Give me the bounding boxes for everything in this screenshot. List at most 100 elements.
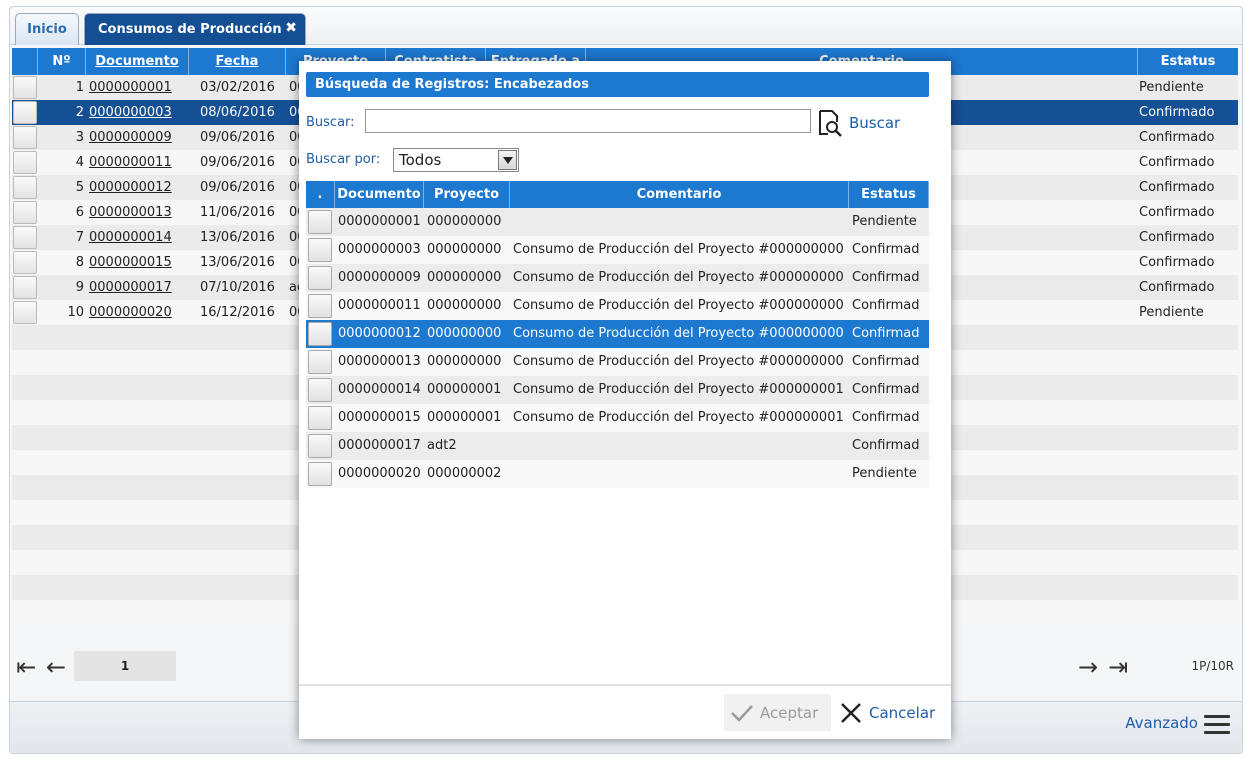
dialog-title: Búsqueda de Registros: Encabezados <box>306 72 929 97</box>
row-checkbox[interactable] <box>13 176 37 199</box>
cell-estatus: Pendiente <box>852 466 917 481</box>
cell-proyecto: adt2 <box>427 438 457 453</box>
row-checkbox[interactable] <box>13 301 37 324</box>
cell-documento[interactable]: 0000000015 <box>89 250 189 275</box>
search-label: Buscar: <box>306 115 355 130</box>
cell-documento[interactable]: 0000000012 <box>89 175 189 200</box>
header-comentario: Comentario <box>510 181 849 208</box>
tab-inicio[interactable]: Inicio <box>15 13 79 45</box>
tab-consumos-produccion[interactable]: Consumos de Producción ✖ <box>84 13 306 45</box>
cancel-button[interactable]: Cancelar <box>839 694 947 731</box>
row-checkbox[interactable] <box>13 226 37 249</box>
search-input[interactable] <box>365 109 811 133</box>
first-page-icon[interactable]: ⇤ <box>16 655 36 679</box>
row-checkbox[interactable] <box>13 276 37 299</box>
next-page-icon[interactable]: → <box>1078 655 1098 679</box>
cell-comentario <box>513 432 847 460</box>
header-fecha[interactable]: Fecha <box>189 48 286 75</box>
cell-documento[interactable]: 0000000011 <box>89 150 189 175</box>
cell-documento[interactable]: 0000000003 <box>89 100 189 125</box>
cell-comentario: Consumo de Producción del Proyecto #0000… <box>513 298 844 313</box>
page-info: 1P/10R <box>1191 659 1234 673</box>
row-checkbox[interactable] <box>13 151 37 174</box>
cell-documento[interactable]: 0000000017 <box>89 275 189 300</box>
result-row[interactable]: 0000000011 000000000 Consumo de Producción… <box>306 292 929 320</box>
cell-documento: 0000000017 <box>338 438 421 453</box>
cell-fecha: 03/02/2016 <box>200 80 275 95</box>
header-documento[interactable]: Documento <box>86 48 189 75</box>
result-row[interactable]: 0000000015 000000001 Consumo de Producción… <box>306 404 929 432</box>
cell-num: 5 <box>75 180 84 195</box>
check-icon <box>731 704 753 722</box>
cell-estatus: Confirmado <box>1139 130 1215 145</box>
search-doc-icon[interactable] <box>817 109 843 137</box>
cell-documento: 0000000011 <box>338 298 421 313</box>
cell-documento[interactable]: 0000000020 <box>89 300 189 325</box>
row-checkbox[interactable] <box>308 434 332 458</box>
results-header: . Documento Proyecto Comentario Estatus <box>306 181 929 208</box>
cell-fecha: 09/06/2016 <box>200 180 275 195</box>
search-by-value: Todos <box>399 151 442 169</box>
row-checkbox[interactable] <box>13 101 37 124</box>
row-checkbox[interactable] <box>13 126 37 149</box>
result-row[interactable]: 0000000013 000000000 Consumo de Producción… <box>306 348 929 376</box>
cell-documento[interactable]: 0000000014 <box>89 225 189 250</box>
cell-proyecto: 000000002 <box>427 466 502 481</box>
cell-comentario: Consumo de Producción del Proyecto #0000… <box>513 270 844 285</box>
chevron-down-icon[interactable] <box>498 150 517 170</box>
row-checkbox[interactable] <box>308 266 332 290</box>
cell-proyecto: 000000000 <box>427 270 502 285</box>
result-row[interactable]: 0000000014 000000001 Consumo de Producción… <box>306 376 929 404</box>
cell-estatus: Confirmad <box>852 326 920 341</box>
search-by-select[interactable]: Todos <box>393 148 519 172</box>
row-checkbox[interactable] <box>13 251 37 274</box>
row-checkbox[interactable] <box>308 378 332 402</box>
row-checkbox[interactable] <box>308 210 332 234</box>
accept-button[interactable]: Aceptar <box>724 694 831 731</box>
cell-documento[interactable]: 0000000013 <box>89 200 189 225</box>
row-checkbox[interactable] <box>308 406 332 430</box>
header-sel: . <box>306 181 335 208</box>
row-checkbox[interactable] <box>13 76 37 99</box>
cell-estatus: Confirmado <box>1139 180 1215 195</box>
result-row[interactable]: 0000000020 000000002 Pendiente <box>306 460 929 488</box>
row-checkbox[interactable] <box>308 294 332 318</box>
cell-estatus: Confirmado <box>1139 255 1215 270</box>
cell-documento[interactable]: 0000000001 <box>89 75 189 100</box>
cell-num: 7 <box>75 230 84 245</box>
result-row[interactable]: 0000000001 000000000 Pendiente <box>306 208 929 236</box>
cell-comentario <box>513 460 847 488</box>
row-checkbox[interactable] <box>308 350 332 374</box>
cell-estatus: Confirmad <box>852 298 920 313</box>
cell-documento: 0000000015 <box>338 410 421 425</box>
menu-icon[interactable] <box>1204 712 1230 734</box>
advanced-button[interactable]: Avanzado <box>1125 714 1198 732</box>
cell-num: 8 <box>75 255 84 270</box>
search-by-label: Buscar por: <box>306 152 381 167</box>
cell-num: 4 <box>75 155 84 170</box>
row-checkbox[interactable] <box>308 238 332 262</box>
page-number[interactable]: 1 <box>74 651 176 681</box>
row-checkbox[interactable] <box>308 462 332 486</box>
cell-proyecto: 000000000 <box>427 326 502 341</box>
cell-num: 3 <box>75 130 84 145</box>
header-num: Nº <box>38 48 86 75</box>
search-button[interactable]: Buscar <box>849 114 900 132</box>
close-icon[interactable]: ✖ <box>285 20 297 36</box>
result-row[interactable]: 0000000009 000000000 Consumo de Producción… <box>306 264 929 292</box>
cell-num: 2 <box>75 105 84 120</box>
cell-documento[interactable]: 0000000009 <box>89 125 189 150</box>
cell-estatus: Pendiente <box>852 214 917 229</box>
cell-estatus: Confirmad <box>852 382 920 397</box>
prev-page-icon[interactable]: ← <box>46 655 66 679</box>
cell-proyecto: 000000001 <box>427 382 502 397</box>
cell-documento: 0000000001 <box>338 214 421 229</box>
cell-num: 10 <box>67 305 84 320</box>
result-row[interactable]: 0000000012 000000000 Consumo de Producción… <box>306 320 929 348</box>
row-checkbox[interactable] <box>308 322 332 346</box>
result-row[interactable]: 0000000017 adt2 Confirmad <box>306 432 929 460</box>
cell-estatus: Confirmad <box>852 242 920 257</box>
result-row[interactable]: 0000000003 000000000 Consumo de Producción… <box>306 236 929 264</box>
row-checkbox[interactable] <box>13 201 37 224</box>
last-page-icon[interactable]: ⇥ <box>1108 655 1128 679</box>
